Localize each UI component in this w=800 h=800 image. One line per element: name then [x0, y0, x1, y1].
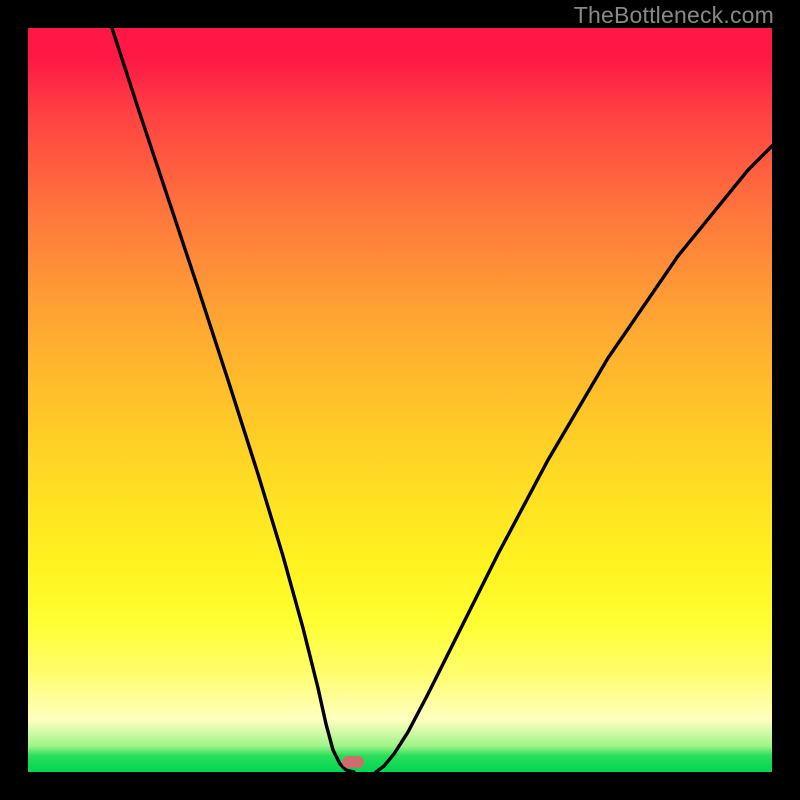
optimal-marker	[342, 756, 364, 768]
curve-path	[112, 28, 772, 772]
bottleneck-curve	[28, 28, 772, 772]
watermark-text: TheBottleneck.com	[574, 2, 774, 29]
chart-frame	[28, 28, 772, 772]
